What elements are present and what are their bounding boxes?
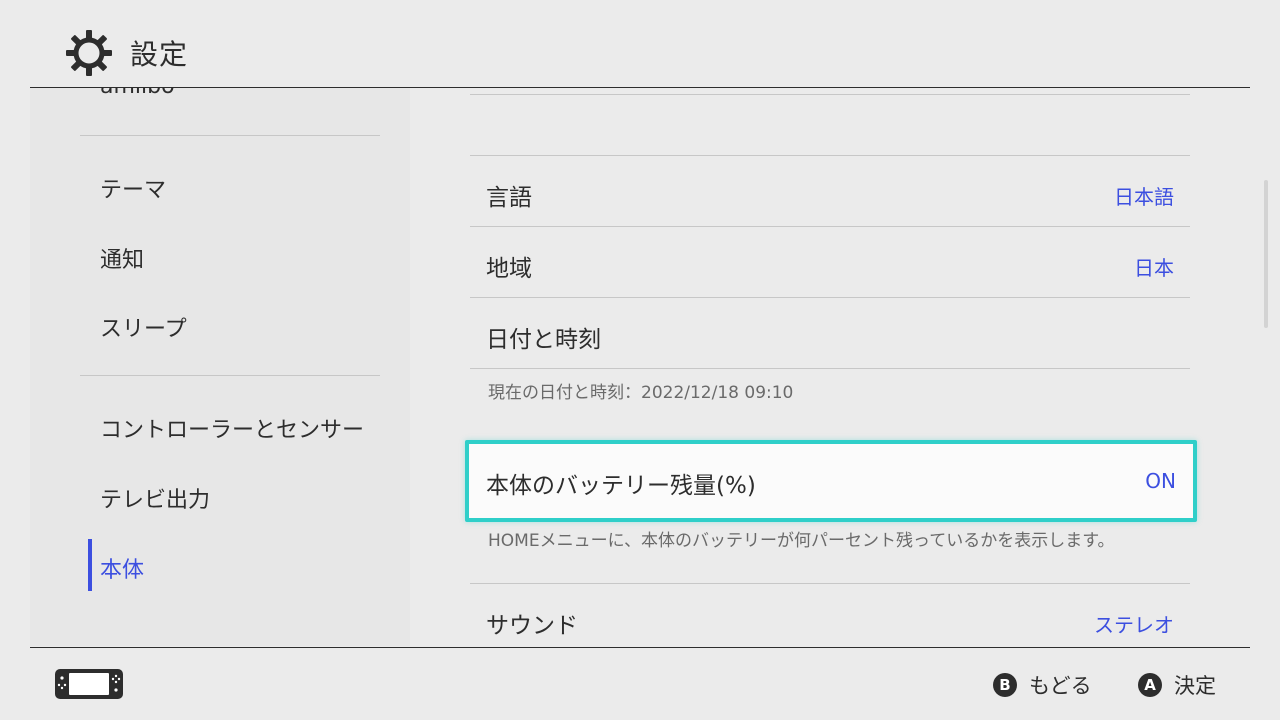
sound-value: ステレオ <box>1094 613 1174 637</box>
header: 設定 <box>0 0 1280 88</box>
sidebar-item-theme[interactable]: テーマ <box>100 172 166 204</box>
language-label: 言語 <box>486 185 532 211</box>
sidebar-item-sleep[interactable]: スリープ <box>100 311 187 343</box>
settings-panel[interactable]: 言語 日本語 地域 日本 日付と時刻 現在の日付と時刻：2022/12/18 0… <box>410 88 1260 646</box>
back-button[interactable]: B もどる <box>993 671 1092 699</box>
sound-row[interactable]: サウンド ステレオ <box>470 584 1190 646</box>
sidebar-item-controllers[interactable]: コントローラーとセンサー <box>100 412 364 444</box>
sidebar-item-tv-output[interactable]: テレビ出力 <box>100 482 210 514</box>
sidebar-divider <box>80 375 380 376</box>
a-button-icon: A <box>1138 673 1162 697</box>
scrollbar[interactable] <box>1264 180 1268 328</box>
language-row[interactable]: 言語 日本語 <box>470 156 1190 226</box>
ok-label: 決定 <box>1174 674 1216 698</box>
ok-button[interactable]: A 決定 <box>1138 671 1216 699</box>
region-label: 地域 <box>486 256 532 282</box>
sidebar-divider <box>80 135 380 136</box>
battery-percentage-label: 本体のバッテリー残量(%) <box>486 473 756 499</box>
region-row[interactable]: 地域 日本 <box>470 227 1190 297</box>
divider <box>470 368 1190 369</box>
language-value: 日本語 <box>1114 185 1174 209</box>
battery-percentage-row[interactable]: 本体のバッテリー残量(%) ON <box>465 440 1197 522</box>
active-indicator <box>88 539 92 591</box>
sidebar-item-system[interactable]: 本体 <box>100 552 144 584</box>
divider <box>470 94 1190 95</box>
footer-divider <box>30 647 1250 648</box>
sidebar-item-notifications[interactable]: 通知 <box>100 242 144 274</box>
datetime-description: 現在の日付と時刻：2022/12/18 09:10 <box>488 383 794 403</box>
console-icon <box>55 669 123 699</box>
battery-percentage-value: ON <box>1145 469 1176 493</box>
datetime-label: 日付と時刻 <box>486 327 601 353</box>
b-button-icon: B <box>993 673 1017 697</box>
sidebar[interactable]: amiibo テーマ 通知 スリープ コントローラーとセンサー テレビ出力 本体 <box>30 88 410 646</box>
back-label: もどる <box>1029 674 1092 698</box>
sidebar-item-amiibo[interactable]: amiibo <box>100 88 175 99</box>
sound-label: サウンド <box>486 613 578 639</box>
page-title: 設定 <box>130 38 189 71</box>
battery-percentage-description: HOMEメニューに、本体のバッテリーが何パーセント残っているかを表示します。 <box>488 531 1115 551</box>
gear-icon <box>66 30 112 76</box>
region-value: 日本 <box>1134 256 1174 280</box>
datetime-row[interactable]: 日付と時刻 <box>470 298 1190 368</box>
